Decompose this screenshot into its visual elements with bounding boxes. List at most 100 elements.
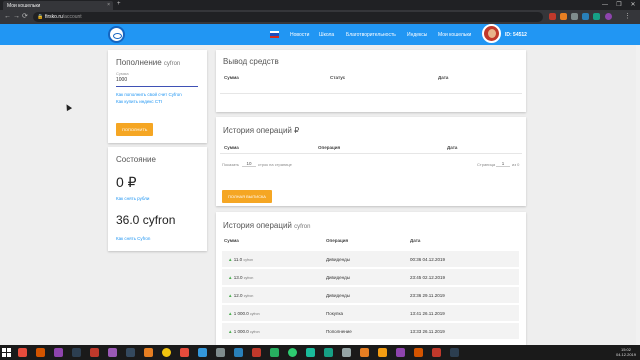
extension-icon[interactable] (560, 13, 567, 20)
browser-menu-icon[interactable]: ⋮ (624, 12, 631, 22)
row-operation: Дивиденды (326, 293, 350, 298)
taskbar-app-icon[interactable] (252, 348, 261, 357)
taskbar-app-icon[interactable] (360, 348, 369, 357)
row-amount: ▲ 12.0 cyfron (228, 293, 253, 298)
incoming-arrow-icon: ▲ (228, 257, 233, 262)
cyfron-col-amount[interactable]: Сумма (224, 238, 239, 243)
tab-title: Мои кошельки (7, 3, 41, 9)
extension-icon[interactable] (582, 13, 589, 20)
page-scrollbar[interactable] (636, 45, 640, 345)
nav-my-wallets[interactable]: Мои кошельки (438, 32, 471, 38)
page-input[interactable]: 1 (496, 161, 510, 167)
profile-icon[interactable] (605, 13, 612, 20)
browser-tab[interactable]: Мои кошельки × (3, 1, 113, 10)
topup-card: Пополнение cyfron Сумма 1000 Как пополни… (108, 50, 207, 143)
table-row[interactable]: ▲ 1 000.0 cyfron Пополнение 13:33 26.11.… (222, 323, 519, 339)
taskbar-app-icon[interactable] (414, 348, 423, 357)
full-statement-button[interactable]: ПОЛНАЯ ВЫПИСКА (222, 190, 272, 203)
taskbar-app-icon[interactable] (72, 348, 81, 357)
withdraw-col-date[interactable]: Дата (438, 75, 448, 80)
taskbar-app-icon[interactable] (108, 348, 117, 357)
extension-icon[interactable] (549, 13, 556, 20)
incoming-arrow-icon: ▲ (228, 275, 233, 280)
taskbar-app-icon[interactable] (234, 348, 243, 357)
table-row[interactable]: ▲ 13.0 cyfron Дивиденды 23:45 02.12.2019 (222, 269, 519, 285)
user-id: ID: 54512 (505, 32, 527, 38)
tab-close-icon[interactable]: × (107, 2, 110, 8)
withdraw-cyfron-link[interactable]: Как снять Cyfron (116, 236, 150, 241)
maximize-icon[interactable]: ❐ (612, 0, 626, 10)
taskbar-app-icon[interactable] (180, 348, 189, 357)
back-icon[interactable]: ← (4, 12, 11, 22)
minimize-icon[interactable]: — (598, 0, 612, 10)
amount-input[interactable]: 1000 (116, 77, 198, 87)
table-row[interactable]: ▲ 11.0 cyfron Дивиденды 00:36 04.12.2019 (222, 251, 519, 267)
topup-title-unit: cyfron (163, 61, 181, 67)
withdraw-card: Вывод средств (216, 50, 526, 112)
taskbar-app-icon[interactable] (54, 348, 63, 357)
taskbar-app-icon[interactable] (396, 348, 405, 357)
amount-value: 1 000.0 (233, 311, 249, 316)
url-path: /account (62, 14, 82, 20)
extension-icon[interactable] (571, 13, 578, 20)
nav-school[interactable]: Школа (319, 32, 334, 38)
rub-col-operation[interactable]: Операция (318, 145, 340, 150)
system-clock[interactable]: 15:02 04.12.2019 (616, 347, 636, 357)
taskbar-app-icon[interactable] (216, 348, 225, 357)
browser-titlebar: Мои кошельки × + — ❐ ✕ (0, 0, 640, 10)
nav-indexes[interactable]: Индексы (407, 32, 427, 38)
taskbar-app-icon[interactable] (306, 348, 315, 357)
taskbar-app-icon[interactable] (90, 348, 99, 357)
forward-icon[interactable]: → (13, 12, 20, 22)
divider (220, 93, 522, 94)
taskbar-app-icon[interactable] (432, 348, 441, 357)
windows-start-icon[interactable] (2, 348, 11, 357)
withdraw-col-status[interactable]: Статус (330, 75, 345, 80)
row-amount: ▲ 1 000.0 cyfron (228, 329, 260, 334)
cyfron-history-title: История операций cyfron (223, 221, 310, 230)
site-logo[interactable] (108, 26, 125, 43)
withdraw-col-amount[interactable]: Сумма (224, 75, 239, 80)
avatar[interactable] (482, 24, 501, 43)
incoming-arrow-icon: ▲ (228, 293, 233, 298)
row-date: 13:41 26.11.2019 (410, 311, 445, 316)
taskbar-app-icon[interactable] (342, 348, 351, 357)
taskbar-app-icon[interactable] (198, 348, 207, 357)
taskbar-app-icon[interactable] (18, 348, 27, 357)
taskbar-app-icon[interactable] (450, 348, 459, 357)
extension-icon[interactable] (593, 13, 600, 20)
cyfron-col-operation[interactable]: Операция (326, 238, 348, 243)
how-to-buy-index-link[interactable]: Как купить индекс CTI (116, 99, 162, 104)
incoming-arrow-icon: ▲ (228, 329, 233, 334)
table-row[interactable]: ▲ 12.0 cyfron Дивиденды 23:36 29.11.2019 (222, 287, 519, 303)
close-window-icon[interactable]: ✕ (626, 0, 640, 10)
row-amount: ▲ 13.0 cyfron (228, 275, 253, 280)
amount-unit: cyfron (250, 330, 260, 334)
how-to-topup-link[interactable]: Как пополнить свой счет Cyfron (116, 92, 182, 97)
show-label: Показать (222, 162, 240, 167)
topup-button[interactable]: ПОПОЛНИТЬ (116, 123, 154, 136)
taskbar-app-icon[interactable] (324, 348, 333, 357)
amount-unit: cyfron (243, 276, 254, 280)
taskbar-app-icon[interactable] (126, 348, 135, 357)
table-row[interactable]: ▲ 1 000.0 cyfron Покупка 13:41 26.11.201… (222, 305, 519, 321)
reload-icon[interactable]: ⟳ (22, 12, 28, 22)
cyfron-balance: 36.0 cyfron (116, 213, 176, 227)
rows-per-page-select[interactable]: 10 (242, 161, 256, 167)
withdraw-rub-link[interactable]: Как снять рубли (116, 196, 149, 201)
new-tab-icon[interactable]: + (117, 1, 121, 7)
cyfron-col-date[interactable]: Дата (410, 238, 420, 243)
chrome-icon[interactable] (162, 348, 171, 357)
taskbar-app-icon[interactable] (144, 348, 153, 357)
url-field[interactable]: 🔒 firsko.ru/account (33, 12, 543, 22)
taskbar-app-icon[interactable] (36, 348, 45, 357)
rub-col-amount[interactable]: Сумма (224, 145, 239, 150)
whatsapp-icon[interactable] (288, 348, 297, 357)
taskbar-app-icon[interactable] (270, 348, 279, 357)
russian-flag-icon[interactable] (270, 31, 279, 38)
nav-charity[interactable]: Благотворительность (346, 32, 396, 38)
cyfron-history-title-text: История операций (223, 221, 292, 230)
nav-news[interactable]: Новости (290, 32, 309, 38)
taskbar-app-icon[interactable] (378, 348, 387, 357)
rub-col-date[interactable]: Дата (447, 145, 457, 150)
